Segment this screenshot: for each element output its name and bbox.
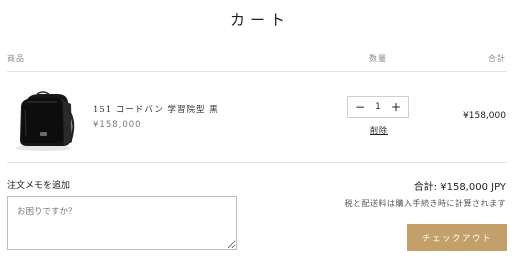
- cart-subtotal: 合計: ¥158,000 JPY: [413, 182, 506, 193]
- minus-icon[interactable]: −: [355, 101, 365, 113]
- page-title: カート: [229, 11, 290, 29]
- line-item-total: ¥158,000: [463, 111, 506, 121]
- order-note-textarea[interactable]: [7, 196, 237, 250]
- product-thumbnail[interactable]: [7, 90, 78, 152]
- column-header-product: 商品: [7, 54, 25, 63]
- quantity-stepper: − 1 +: [347, 96, 409, 118]
- divider: [7, 162, 507, 163]
- product-unit-price: ¥158,000: [93, 120, 142, 130]
- quantity-input[interactable]: 1: [375, 102, 380, 112]
- column-header-quantity: 数量: [369, 54, 387, 63]
- order-note-label: 注文メモを追加: [7, 181, 71, 191]
- plus-icon[interactable]: +: [391, 101, 401, 113]
- column-header-total: 合計: [488, 54, 506, 63]
- tax-shipping-note: 税と配送料は購入手続き時に計算されます: [344, 199, 506, 208]
- divider: [7, 71, 507, 72]
- product-name-link[interactable]: 151 コードバン 学習院型 黒: [93, 103, 219, 115]
- checkout-button[interactable]: チェックアウト: [407, 224, 507, 251]
- remove-item-link[interactable]: 削除: [370, 125, 388, 136]
